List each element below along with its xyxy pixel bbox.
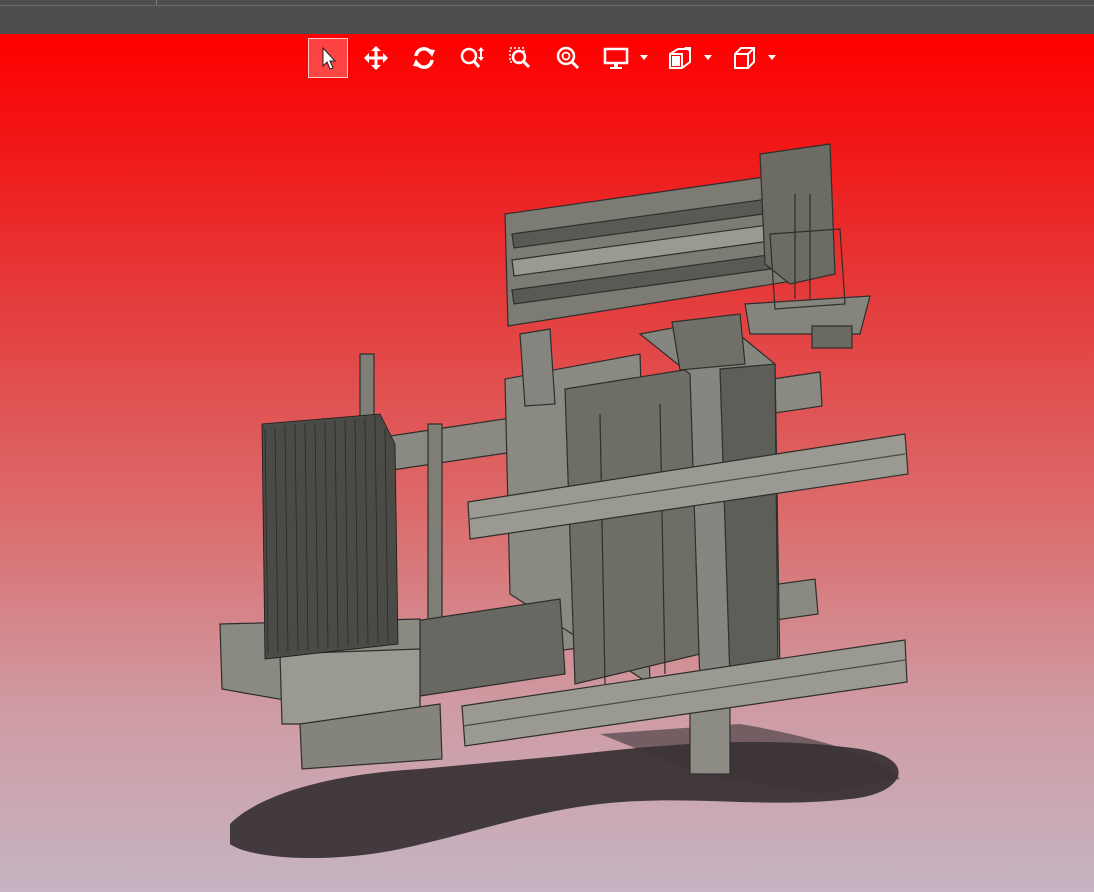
title-bar-divider <box>0 5 1094 6</box>
zoom-fit-icon <box>556 46 580 70</box>
section-view-dropdown[interactable] <box>660 38 712 78</box>
zoom-window-icon <box>509 47 531 69</box>
zoom-window-tool-button[interactable] <box>500 38 540 78</box>
move-arrows-icon <box>364 46 388 70</box>
chevron-down-icon <box>704 55 712 60</box>
chevron-down-icon <box>768 55 776 60</box>
cursor-arrow-icon <box>322 46 337 70</box>
select-tool-button[interactable] <box>308 38 348 78</box>
display-mode-dropdown[interactable] <box>596 38 648 78</box>
monitor-icon <box>603 47 629 69</box>
zoom-in-out-tool-button[interactable] <box>452 38 492 78</box>
top-gantry <box>504 143 871 349</box>
chevron-down-icon <box>640 55 648 60</box>
machine-assembly-model[interactable] <box>0 34 1094 892</box>
view-orientation-dropdown[interactable] <box>724 38 776 78</box>
view-toolbar <box>308 38 788 78</box>
pan-tool-button[interactable] <box>356 38 396 78</box>
cube-icon <box>734 47 755 69</box>
zoom-updown-icon <box>460 47 484 68</box>
rotate-tool-button[interactable] <box>404 38 444 78</box>
magazine-stack <box>261 413 399 660</box>
title-bar <box>0 0 1094 34</box>
rotate-icon <box>413 47 435 69</box>
zoom-fit-tool-button[interactable] <box>548 38 588 78</box>
3d-viewport[interactable] <box>0 34 1094 892</box>
section-cube-icon <box>669 47 691 69</box>
tab-separator <box>156 0 157 5</box>
